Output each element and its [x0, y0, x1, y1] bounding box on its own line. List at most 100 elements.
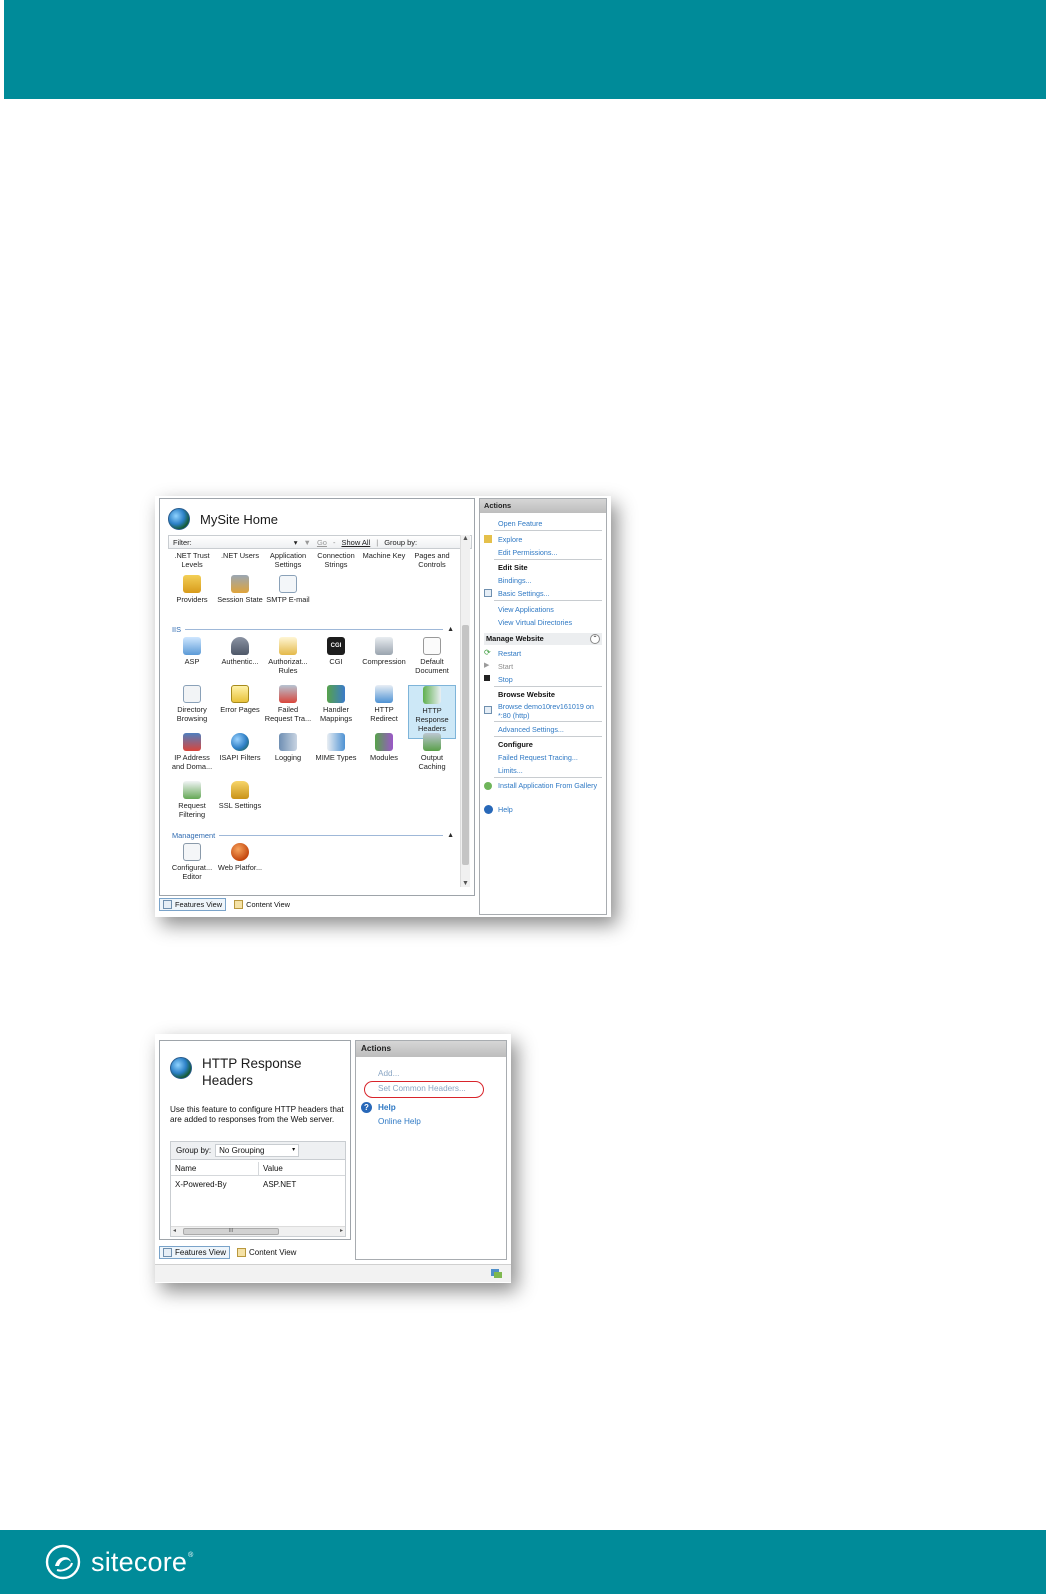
- cgi-icon: CGI: [327, 637, 345, 655]
- dropdown-arrow-icon[interactable]: ▾: [294, 538, 298, 547]
- table-cell-name[interactable]: X-Powered-By: [171, 1180, 227, 1189]
- collapse-icon[interactable]: ⌃: [590, 634, 600, 644]
- feature-default-document[interactable]: Default Document: [408, 637, 456, 675]
- action-start[interactable]: Start: [498, 662, 604, 671]
- action-view-virtual-directories[interactable]: View Virtual Directories: [498, 618, 604, 627]
- ip-address-icon: [183, 733, 201, 751]
- feature-smtp-email[interactable]: SMTP E-mail: [264, 575, 312, 604]
- feature-ssl-settings[interactable]: SSL Settings: [216, 781, 264, 810]
- action-view-applications[interactable]: View Applications: [498, 605, 604, 614]
- action-edit-permissions[interactable]: Edit Permissions...: [498, 548, 604, 557]
- compression-icon: [375, 637, 393, 655]
- feature-ip-address-restrictions[interactable]: IP Address and Doma...: [168, 733, 216, 771]
- tab-features-view[interactable]: Features View: [159, 1245, 230, 1259]
- action-install-from-gallery[interactable]: Install Application From Gallery: [498, 781, 604, 790]
- group-by-select[interactable]: No Grouping ▾: [215, 1144, 300, 1157]
- manage-website-section[interactable]: Manage Website ⌃: [484, 633, 602, 645]
- scroll-up-icon[interactable]: ▲: [462, 535, 469, 542]
- action-help[interactable]: Help: [498, 805, 604, 814]
- show-all-button[interactable]: Show All: [341, 538, 370, 547]
- section-header-iis[interactable]: IIS ▲: [172, 625, 454, 634]
- highlight-ring: [364, 1081, 484, 1098]
- actions-header: Actions: [480, 499, 606, 513]
- feature-connection-strings[interactable]: Connection Strings: [312, 551, 360, 569]
- feature-http-response-headers[interactable]: HTTP Response Headers: [408, 685, 456, 739]
- action-failed-request-tracing[interactable]: Failed Request Tracing...: [498, 753, 604, 762]
- tab-content-view[interactable]: Content View: [230, 898, 294, 911]
- feature-compression[interactable]: Compression: [360, 637, 408, 666]
- action-explore[interactable]: Explore: [498, 535, 604, 544]
- action-advanced-settings[interactable]: Advanced Settings...: [498, 725, 604, 734]
- tab-content-view[interactable]: Content View: [233, 1246, 300, 1259]
- feature-logging[interactable]: Logging: [264, 733, 312, 762]
- feature-label: Configurat... Editor: [171, 863, 213, 881]
- feature-output-caching[interactable]: Output Caching: [408, 733, 456, 771]
- feature-authentication[interactable]: Authentic...: [216, 637, 264, 666]
- features-view-icon: [163, 1247, 172, 1257]
- feature-label: MIME Types: [315, 753, 357, 762]
- go-button[interactable]: Go: [317, 538, 327, 547]
- scroll-left-icon[interactable]: ◂: [173, 1227, 176, 1234]
- feature-request-filtering[interactable]: Request Filtering: [168, 781, 216, 819]
- section-header-management[interactable]: Management ▲: [172, 831, 454, 840]
- vertical-scrollbar[interactable]: ▲ ▼: [460, 535, 470, 887]
- feature-app-settings[interactable]: Application Settings: [264, 551, 312, 569]
- feature-handler-mappings[interactable]: Handler Mappings: [312, 685, 360, 723]
- feature-error-pages[interactable]: Error Pages: [216, 685, 264, 714]
- features-grid: .NET Trust Levels .NET Users Application…: [168, 551, 460, 887]
- action-browse-site[interactable]: Browse demo10rev161019 on *:80 (http): [498, 702, 604, 720]
- feature-http-redirect[interactable]: HTTP Redirect: [360, 685, 408, 723]
- scroll-right-icon[interactable]: ▸: [340, 1227, 343, 1234]
- feature-pages-controls[interactable]: Pages and Controls: [408, 551, 456, 569]
- group-by-label[interactable]: Group by:: [384, 538, 417, 547]
- scroll-thumb[interactable]: III: [183, 1228, 279, 1235]
- feature-label: Failed Request Tra...: [264, 705, 312, 723]
- feature-asp[interactable]: ASP: [168, 637, 216, 666]
- feature-mime-types[interactable]: MIME Types: [312, 733, 360, 762]
- mime-types-icon: [327, 733, 345, 751]
- column-header-value[interactable]: Value: [259, 1162, 345, 1176]
- feature-web-platform[interactable]: Web Platfor...: [216, 843, 264, 872]
- feature-isapi-filters[interactable]: ISAPI Filters: [216, 733, 264, 762]
- scroll-down-icon[interactable]: ▼: [462, 880, 469, 887]
- scroll-thumb[interactable]: [462, 625, 469, 865]
- table-cell-value[interactable]: ASP.NET: [259, 1180, 296, 1189]
- horizontal-scrollbar[interactable]: ◂ III ▸: [171, 1226, 345, 1236]
- action-bindings[interactable]: Bindings...: [498, 576, 604, 585]
- feature-label: Application Settings: [269, 551, 307, 569]
- feature-trust-levels[interactable]: .NET Trust Levels: [168, 551, 216, 569]
- http-response-headers-screenshot: HTTP Response Headers Use this feature t…: [155, 1034, 511, 1283]
- feature-machine-key[interactable]: Machine Key: [360, 551, 408, 560]
- output-caching-icon: [423, 733, 441, 751]
- action-stop[interactable]: Stop: [498, 675, 604, 684]
- action-online-help[interactable]: Online Help: [378, 1117, 421, 1126]
- action-open-feature[interactable]: Open Feature: [498, 519, 604, 528]
- configure-heading: Configure: [498, 740, 533, 749]
- features-pane: HTTP Response Headers Use this feature t…: [159, 1040, 351, 1240]
- action-help[interactable]: Help: [378, 1103, 396, 1112]
- action-add[interactable]: Add...: [378, 1069, 399, 1078]
- asp-icon: [183, 637, 201, 655]
- document-page: MySite Home Filter: ▾ ▼ Go - Show All | …: [0, 0, 1046, 1594]
- feature-description: Use this feature to configure HTTP heade…: [170, 1105, 344, 1124]
- feature-session-state[interactable]: Session State: [216, 575, 264, 604]
- tab-features-view[interactable]: Features View: [159, 897, 227, 911]
- collapse-icon[interactable]: ▲: [447, 832, 454, 839]
- action-limits[interactable]: Limits...: [498, 766, 604, 775]
- action-basic-settings[interactable]: Basic Settings...: [498, 589, 604, 598]
- http-redirect-icon: [375, 685, 393, 703]
- action-restart[interactable]: Restart: [498, 649, 604, 658]
- feature-configuration-editor[interactable]: Configurat... Editor: [168, 843, 216, 881]
- feature-providers[interactable]: Providers: [168, 575, 216, 604]
- feature-authorization-rules[interactable]: Authorizat... Rules: [264, 637, 312, 675]
- feature-net-users[interactable]: .NET Users: [216, 551, 264, 560]
- collapse-icon[interactable]: ▲: [447, 626, 454, 633]
- feature-modules[interactable]: Modules: [360, 733, 408, 762]
- feature-failed-request-tracing[interactable]: Failed Request Tra...: [264, 685, 312, 723]
- http-response-headers-icon: [423, 686, 441, 704]
- feature-directory-browsing[interactable]: Directory Browsing: [168, 685, 216, 723]
- stop-icon: [484, 675, 490, 681]
- feature-cgi[interactable]: CGI CGI: [312, 637, 360, 666]
- column-header-name[interactable]: Name: [171, 1162, 259, 1176]
- headers-table: Group by: No Grouping ▾ Name Value X-Pow…: [170, 1141, 346, 1237]
